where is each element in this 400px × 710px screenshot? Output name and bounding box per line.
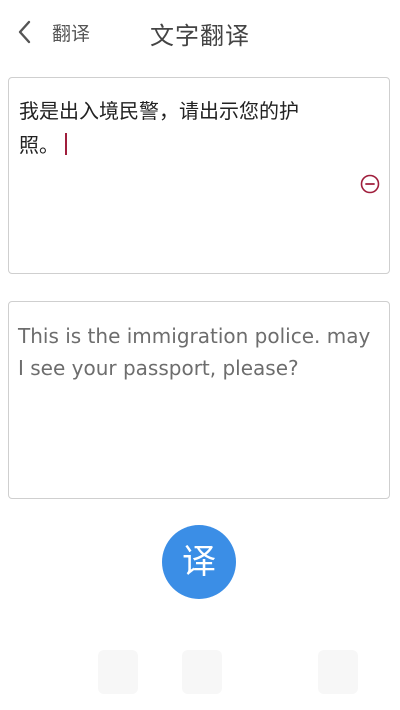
translate-button-label: 译 [182,542,216,582]
bottom-nav-faded-left [98,650,138,694]
clear-button[interactable] [359,173,381,195]
bottom-nav-faded-right [318,650,358,694]
header-bar: 翻译 文字翻译 [0,0,400,64]
translation-text: This is the immigration police. may I se… [18,324,371,380]
translate-button[interactable]: 译 [162,525,236,599]
text-cursor [65,133,67,155]
minus-circle-icon [360,174,380,194]
translation-output-panel: This is the immigration police. may I se… [8,301,390,499]
source-text: 我是出入境民警，请出示您的护照。 [19,99,299,157]
page-title: 文字翻译 [150,22,250,50]
bottom-nav-faded-center [182,650,222,694]
source-text-field[interactable]: 我是出入境民警，请出示您的护照。 [19,94,334,162]
source-input-panel[interactable]: 我是出入境民警，请出示您的护照。 [8,77,390,274]
